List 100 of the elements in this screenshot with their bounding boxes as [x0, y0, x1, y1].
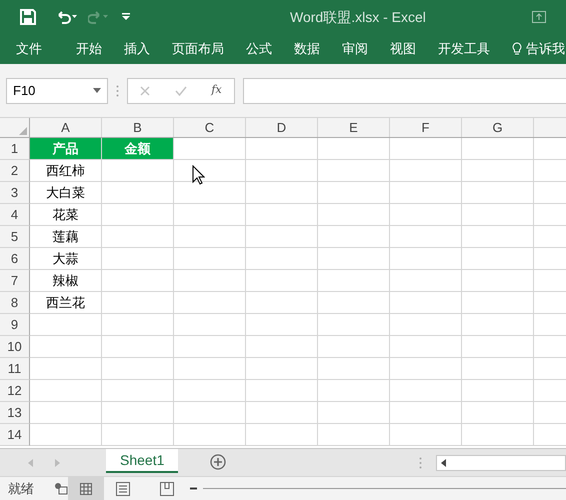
redo-icon[interactable] — [88, 10, 110, 24]
table-cell[interactable] — [174, 270, 246, 292]
table-cell[interactable] — [318, 248, 390, 270]
table-cell[interactable] — [462, 358, 534, 380]
column-header[interactable]: F — [390, 118, 462, 137]
row-header[interactable]: 14 — [0, 424, 30, 446]
table-cell[interactable] — [390, 402, 462, 424]
table-cell[interactable] — [462, 270, 534, 292]
table-cell[interactable] — [318, 182, 390, 204]
table-cell[interactable] — [390, 314, 462, 336]
table-cell[interactable] — [246, 226, 318, 248]
table-cell[interactable] — [390, 160, 462, 182]
table-cell[interactable] — [246, 270, 318, 292]
table-cell[interactable] — [390, 424, 462, 446]
column-header[interactable]: G — [462, 118, 534, 137]
table-cell[interactable] — [102, 160, 174, 182]
macro-record-icon[interactable] — [54, 482, 68, 495]
row-header[interactable]: 8 — [0, 292, 30, 314]
scroll-right-icon[interactable] — [55, 459, 60, 467]
table-cell[interactable] — [174, 424, 246, 446]
table-cell[interactable] — [174, 380, 246, 402]
horizontal-scrollbar[interactable] — [436, 455, 566, 471]
table-cell[interactable] — [102, 336, 174, 358]
table-cell[interactable]: 辣椒 — [30, 270, 102, 292]
column-header[interactable]: C — [174, 118, 246, 137]
table-cell[interactable] — [318, 292, 390, 314]
table-cell[interactable] — [462, 138, 534, 160]
scroll-left-icon[interactable] — [441, 459, 446, 467]
table-cell[interactable] — [102, 358, 174, 380]
table-cell[interactable] — [318, 402, 390, 424]
table-cell[interactable]: 西红柿 — [30, 160, 102, 182]
table-cell[interactable] — [30, 380, 102, 402]
table-cell[interactable] — [246, 380, 318, 402]
table-cell[interactable] — [390, 226, 462, 248]
table-cell[interactable] — [462, 292, 534, 314]
ribbon-display-icon[interactable] — [532, 11, 546, 23]
table-cell[interactable]: 花菜 — [30, 204, 102, 226]
table-cell[interactable] — [102, 248, 174, 270]
table-cell[interactable] — [462, 336, 534, 358]
ribbon-tab[interactable]: 开始 — [76, 39, 102, 59]
table-cell[interactable] — [390, 248, 462, 270]
ribbon-tab[interactable]: 页面布局 — [172, 39, 224, 59]
table-cell[interactable] — [318, 314, 390, 336]
table-cell[interactable]: 西兰花 — [30, 292, 102, 314]
table-cell[interactable] — [174, 204, 246, 226]
table-cell[interactable] — [30, 424, 102, 446]
table-cell[interactable] — [462, 314, 534, 336]
table-cell[interactable] — [174, 138, 246, 160]
table-cell[interactable] — [318, 336, 390, 358]
table-cell[interactable] — [246, 248, 318, 270]
table-cell[interactable] — [30, 402, 102, 424]
table-cell[interactable] — [390, 358, 462, 380]
table-cell[interactable] — [174, 248, 246, 270]
zoom-out-icon[interactable] — [190, 487, 197, 490]
table-cell[interactable] — [390, 292, 462, 314]
table-cell[interactable] — [318, 358, 390, 380]
check-icon[interactable] — [174, 86, 187, 96]
customize-icon[interactable] — [122, 13, 130, 21]
table-cell[interactable] — [462, 248, 534, 270]
table-cell[interactable] — [462, 204, 534, 226]
save-icon[interactable] — [20, 9, 36, 25]
column-header[interactable]: E — [318, 118, 390, 137]
table-cell[interactable]: 莲藕 — [30, 226, 102, 248]
table-cell[interactable] — [318, 270, 390, 292]
table-cell[interactable] — [318, 204, 390, 226]
table-cell[interactable] — [462, 182, 534, 204]
table-cell[interactable] — [174, 358, 246, 380]
table-cell[interactable] — [462, 402, 534, 424]
table-cell[interactable] — [246, 314, 318, 336]
table-cell[interactable] — [246, 182, 318, 204]
table-cell[interactable] — [174, 226, 246, 248]
table-cell[interactable] — [318, 160, 390, 182]
table-cell[interactable] — [102, 380, 174, 402]
ribbon-tab[interactable]: 开发工具 — [438, 39, 490, 59]
table-cell[interactable] — [462, 424, 534, 446]
column-header[interactable]: D — [246, 118, 318, 137]
table-cell[interactable] — [30, 358, 102, 380]
table-cell[interactable]: 大蒜 — [30, 248, 102, 270]
table-cell[interactable] — [102, 204, 174, 226]
table-cell[interactable] — [246, 336, 318, 358]
table-cell[interactable] — [390, 138, 462, 160]
ribbon-tab[interactable]: 公式 — [246, 39, 272, 59]
table-cell[interactable] — [390, 182, 462, 204]
page-break-icon[interactable] — [160, 482, 174, 496]
ribbon-tab[interactable]: 审阅 — [342, 39, 368, 59]
table-cell[interactable] — [174, 292, 246, 314]
table-cell[interactable] — [318, 226, 390, 248]
normal-view-button[interactable] — [68, 476, 104, 500]
formula-input[interactable] — [243, 78, 566, 104]
table-cell[interactable] — [390, 336, 462, 358]
table-cell[interactable] — [462, 160, 534, 182]
tell-me-link[interactable]: 告诉我 — [526, 39, 565, 59]
name-box[interactable]: F10 — [6, 78, 108, 104]
table-cell[interactable] — [246, 358, 318, 380]
table-cell[interactable] — [102, 182, 174, 204]
table-cell[interactable] — [318, 138, 390, 160]
table-cell[interactable] — [174, 314, 246, 336]
ribbon-tab[interactable]: 数据 — [294, 39, 320, 59]
table-cell[interactable] — [102, 226, 174, 248]
table-cell[interactable] — [246, 424, 318, 446]
